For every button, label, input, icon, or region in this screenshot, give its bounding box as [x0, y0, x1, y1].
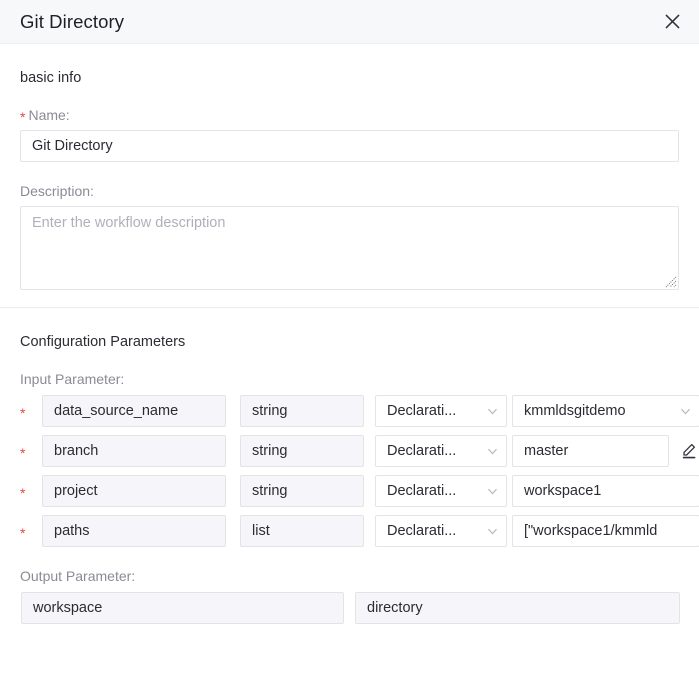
required-marker: * [20, 109, 26, 125]
param-name-field[interactable]: paths [42, 515, 226, 547]
param-kind-value: Declarati... [387, 523, 457, 539]
output-param-name-field[interactable]: workspace [21, 592, 344, 624]
param-value-text: kmmldsgitdemo [524, 403, 626, 419]
chevron-down-icon [487, 406, 498, 417]
param-value-input[interactable]: master [512, 435, 669, 467]
description-wrapper [20, 206, 679, 290]
param-name-field[interactable]: project [42, 475, 226, 507]
pencil-edit-icon[interactable] [680, 441, 698, 461]
output-parameter-row: workspace directory [20, 592, 680, 624]
chevron-down-icon [680, 406, 691, 417]
param-kind-select[interactable]: Declarati... [375, 515, 507, 547]
param-type-field[interactable]: string [240, 395, 364, 427]
param-value-select[interactable]: kmmldsgitdemo [512, 395, 699, 427]
basic-info-heading: basic info [20, 70, 82, 86]
table-row: * branch string Declarati... master [20, 435, 696, 467]
chevron-down-icon [487, 486, 498, 497]
required-marker: * [20, 404, 26, 421]
name-label: * Name: [20, 107, 679, 125]
param-type-field[interactable]: string [240, 435, 364, 467]
param-value-input[interactable]: ["workspace1/kmmld [512, 515, 699, 547]
param-name-field[interactable]: branch [42, 435, 226, 467]
param-kind-select[interactable]: Declarati... [375, 395, 507, 427]
param-kind-value: Declarati... [387, 483, 457, 499]
dialog-body: basic info *Name: Description: Configura… [0, 70, 699, 624]
chevron-down-icon [487, 446, 498, 457]
param-type-field[interactable]: string [240, 475, 364, 507]
name-input[interactable] [20, 130, 679, 162]
description-textarea[interactable] [20, 206, 679, 290]
output-param-type-field[interactable]: directory [355, 592, 680, 624]
param-kind-select[interactable]: Declarati... [375, 475, 507, 507]
table-row: * project string Declarati... workspace1 [20, 475, 699, 507]
param-kind-value: Declarati... [387, 443, 457, 459]
required-marker: * [20, 484, 26, 501]
name-label-text: Name: [28, 107, 70, 123]
configuration-heading: Configuration Parameters [20, 334, 186, 350]
git-directory-dialog: Git Directory basic info *Name: Descript… [0, 0, 699, 688]
description-label: Description: [20, 183, 94, 199]
section-divider [0, 307, 699, 308]
param-value-input[interactable]: workspace1 [512, 475, 699, 507]
close-icon[interactable] [659, 9, 685, 35]
table-row: * paths list Declarati... ["workspace1/k… [20, 515, 699, 547]
page-title: Git Directory [20, 10, 125, 32]
output-parameter-label: Output Parameter: [20, 568, 136, 584]
input-parameter-list: * data_source_name string Declarati... k… [20, 395, 699, 547]
input-parameter-label: Input Parameter: [20, 371, 125, 387]
param-kind-value: Declarati... [387, 403, 457, 419]
dialog-header: Git Directory [0, 0, 699, 44]
param-name-field[interactable]: data_source_name [42, 395, 226, 427]
table-row: * data_source_name string Declarati... k… [20, 395, 699, 427]
param-type-field[interactable]: list [240, 515, 364, 547]
required-marker: * [20, 524, 26, 541]
required-marker: * [20, 444, 26, 461]
chevron-down-icon [487, 526, 498, 537]
param-kind-select[interactable]: Declarati... [375, 435, 507, 467]
